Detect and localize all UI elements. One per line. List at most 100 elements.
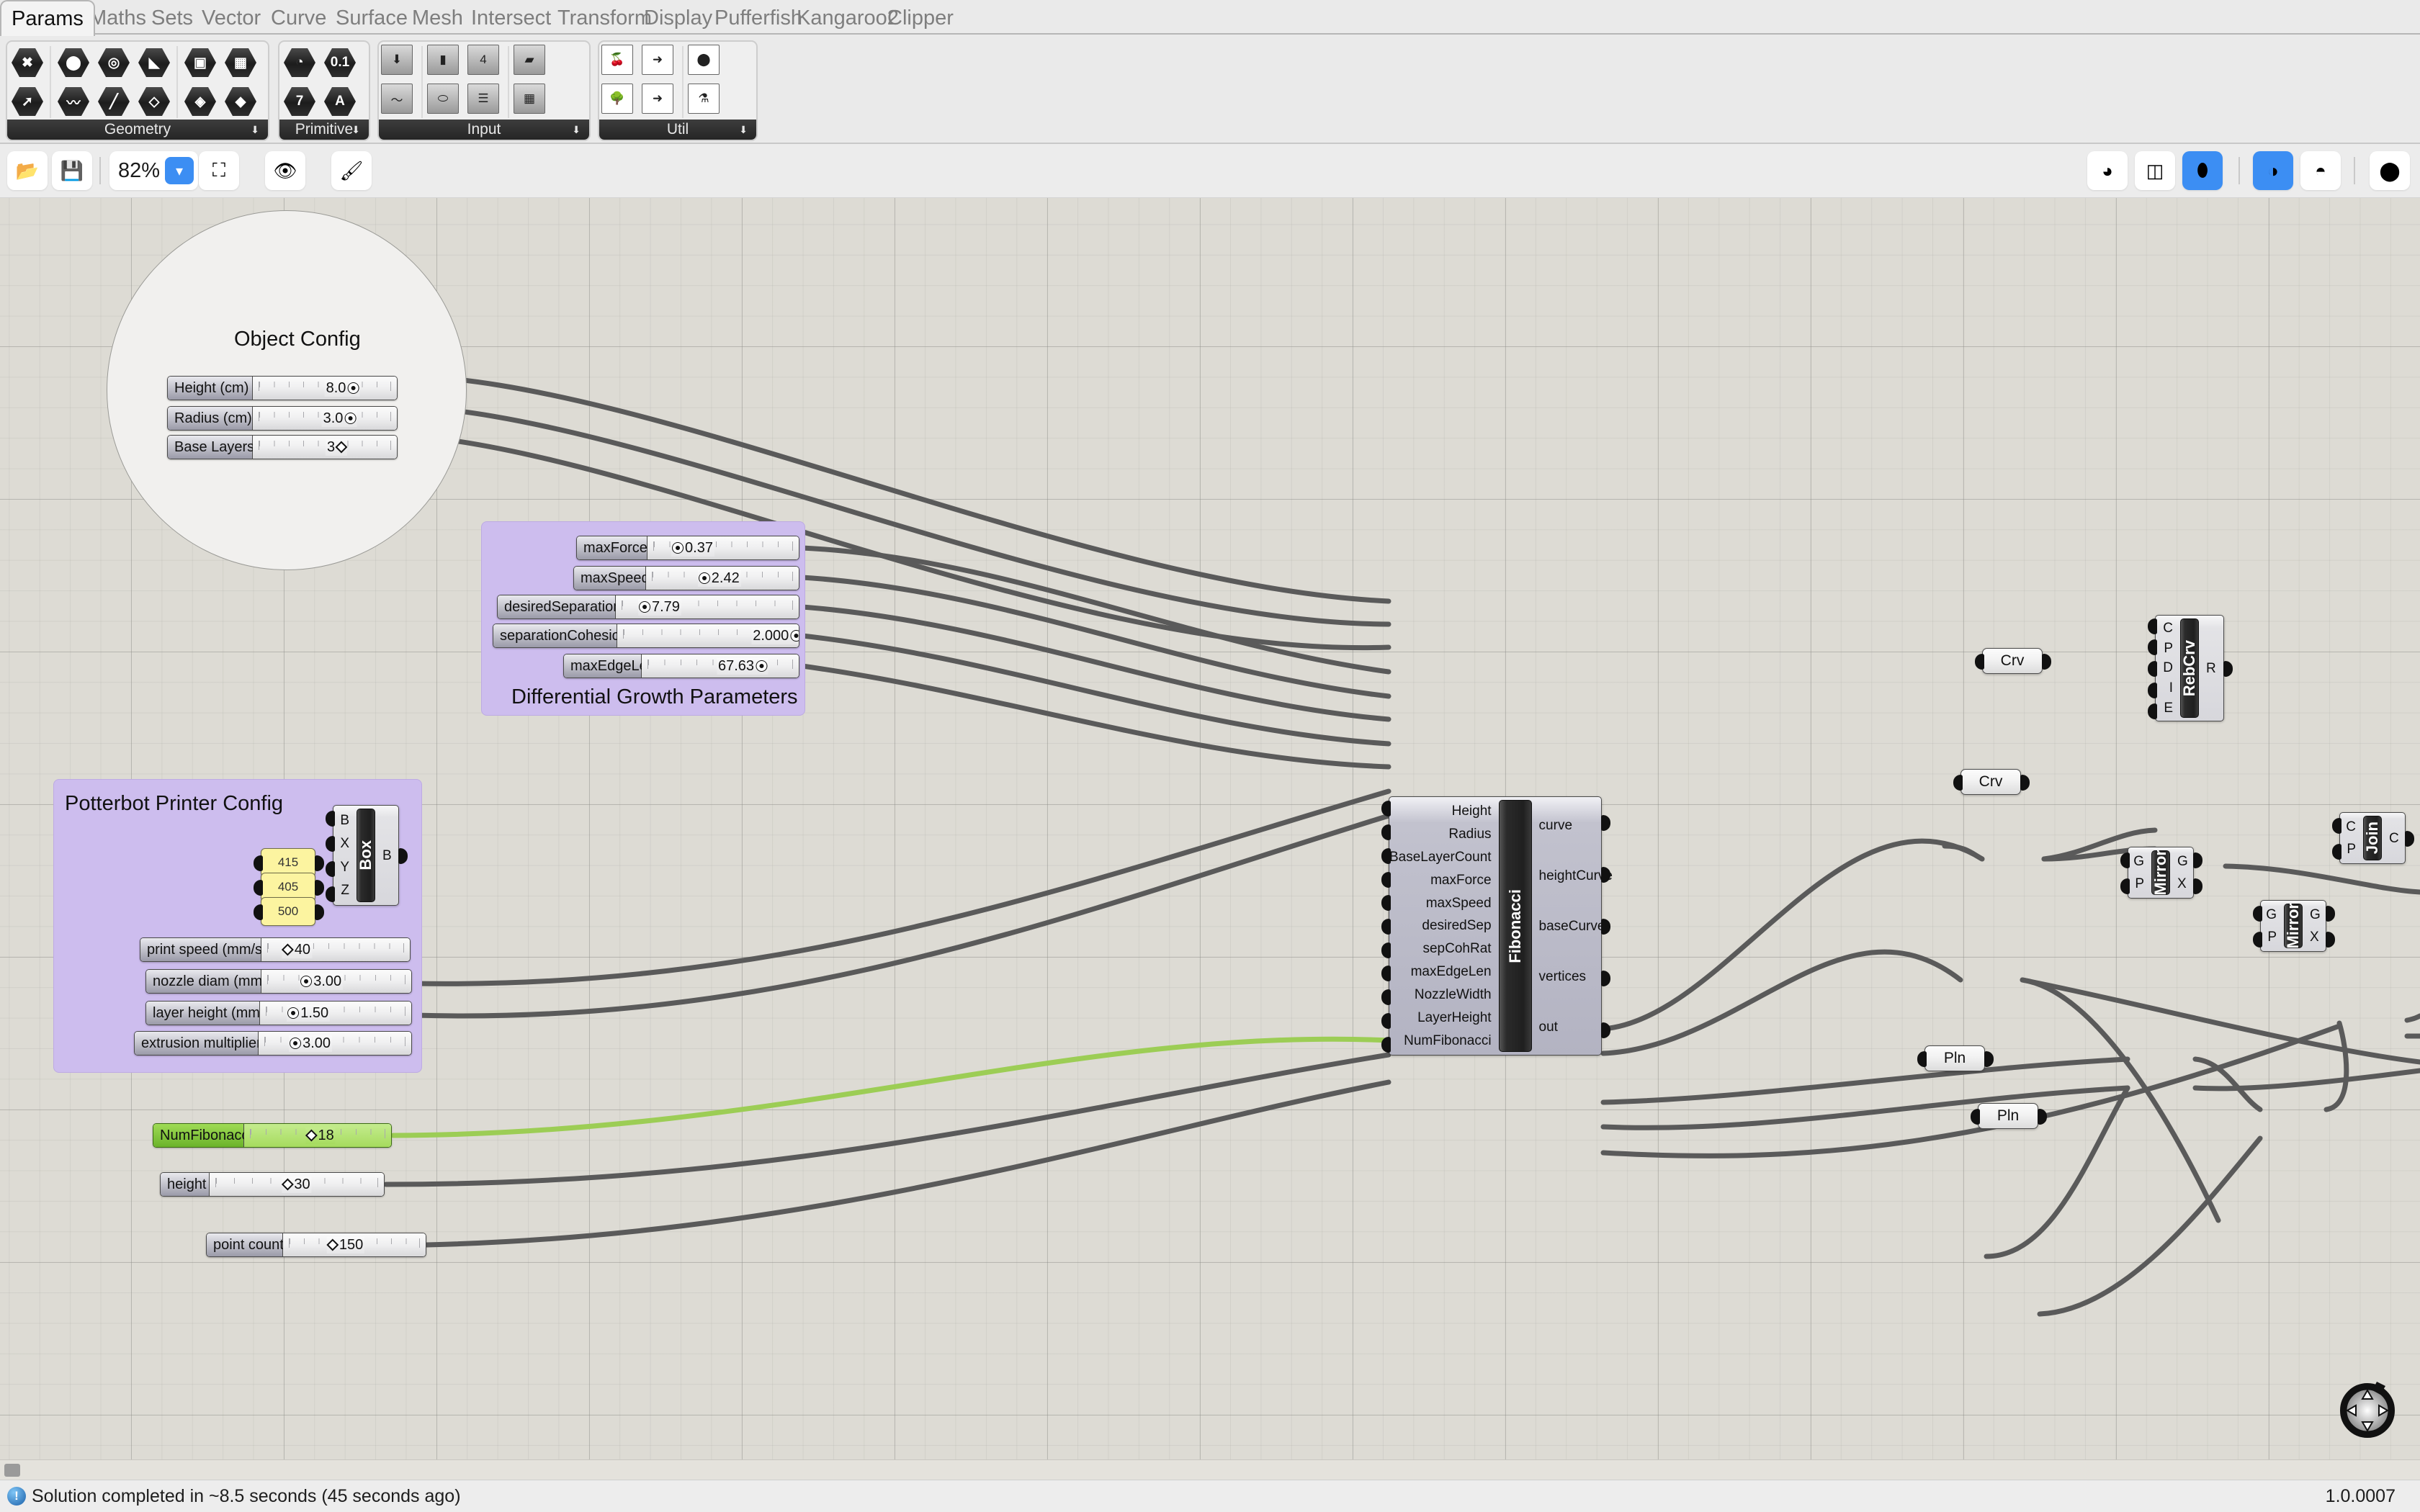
prim-text-button[interactable]: A bbox=[322, 84, 358, 120]
extrusion-multiplier-slider-track[interactable]: 3.00 bbox=[259, 1032, 411, 1055]
ribbon-group-label-util[interactable]: Util ⬇ bbox=[599, 120, 756, 140]
geo-mesh-face-button[interactable]: ◈ bbox=[182, 84, 218, 120]
box-component-input-port-2[interactable] bbox=[326, 860, 335, 877]
numfibonacci-slider-output-port[interactable] bbox=[391, 1128, 392, 1144]
base-layers-slider[interactable]: Base Layers 3 bbox=[167, 435, 398, 459]
curve-param-2-input-port-0[interactable] bbox=[1953, 775, 1963, 791]
paint-preview-button[interactable]: 🖌 bbox=[331, 151, 372, 190]
mirror-component-1-title-capsule[interactable]: Mirror bbox=[2151, 850, 2170, 896]
join-curves-component[interactable]: C P Join C bbox=[2332, 812, 2414, 864]
nozzle-diam-slider-output-port[interactable] bbox=[411, 974, 412, 990]
height-slider-handle[interactable] bbox=[281, 1178, 294, 1191]
base-layers-slider-track[interactable]: 3 bbox=[253, 436, 397, 459]
ribbon-group-expand-icon[interactable]: ⬇ bbox=[251, 124, 259, 136]
layer-height-slider-handle[interactable] bbox=[288, 1008, 299, 1018]
plane-param-1-input-port-0[interactable] bbox=[1917, 1051, 1927, 1067]
util-arrow-right-button[interactable]: ➜ bbox=[642, 45, 678, 81]
mirror-component-1[interactable]: G P Mirror G X bbox=[2120, 847, 2202, 899]
desiredseparation-slider[interactable]: desiredSeparation 7.79 bbox=[497, 595, 799, 619]
maxspeed-slider[interactable]: maxSpeed 2.42 bbox=[573, 566, 799, 590]
fibonacci-component-input-port-10[interactable] bbox=[1381, 1036, 1391, 1053]
join-curves-component-input-port-1[interactable] bbox=[2332, 844, 2341, 860]
panel-y-dimension-input-port[interactable] bbox=[254, 880, 263, 896]
preview-selected-button[interactable]: ◑ bbox=[2253, 151, 2293, 190]
numfibonacci-slider-track[interactable]: 18 bbox=[244, 1124, 391, 1147]
util-cherry-button[interactable]: 🍒 bbox=[601, 45, 637, 81]
print-speed-slider[interactable]: print speed (mm/s) 40 bbox=[140, 937, 411, 962]
input-gradient-button[interactable]: ▰ bbox=[514, 45, 550, 81]
maxedgelen-slider-handle[interactable] bbox=[756, 661, 767, 671]
preview-mesh-button[interactable]: ⬮ bbox=[2182, 151, 2223, 190]
numfibonacci-slider-handle[interactable] bbox=[305, 1129, 318, 1142]
geo-brep-button[interactable]: ◣ bbox=[136, 45, 172, 81]
radius-cm-slider[interactable]: Radius (cm) 3.0 bbox=[167, 406, 398, 431]
preview-toggle-button[interactable]: 👁 bbox=[265, 151, 305, 190]
separationcohesionratio-slider[interactable]: separationCohesionRatio 2.000 bbox=[493, 624, 799, 648]
base-layers-slider-handle[interactable] bbox=[335, 441, 348, 454]
mirror-component-1-input-port-0[interactable] bbox=[2120, 852, 2130, 868]
join-curves-component-input-port-0[interactable] bbox=[2332, 818, 2341, 834]
geo-mesh-button[interactable]: ▦ bbox=[223, 45, 259, 81]
geo-line-button[interactable]: ╱ bbox=[96, 84, 132, 120]
separationcohesionratio-slider-track[interactable]: 2.000 bbox=[617, 624, 799, 647]
fibonacci-component-input-port-9[interactable] bbox=[1381, 1012, 1391, 1029]
mirror-component-1-input-port-1[interactable] bbox=[2120, 878, 2130, 894]
layer-height-slider-track[interactable]: 1.50 bbox=[260, 1002, 411, 1025]
maxforce-slider[interactable]: maxForce 0.37 bbox=[576, 536, 799, 560]
print-speed-slider-output-port[interactable] bbox=[410, 942, 411, 958]
panel-z-dimension[interactable]: 500 bbox=[254, 897, 324, 926]
fibonacci-component-input-port-1[interactable] bbox=[1381, 824, 1391, 841]
maxforce-slider-track[interactable]: 0.37 bbox=[647, 536, 799, 559]
point-count-slider-handle[interactable] bbox=[326, 1238, 339, 1251]
box-component-input-port-0[interactable] bbox=[326, 810, 335, 827]
mirror-component-2-input-port-0[interactable] bbox=[2253, 906, 2262, 922]
desiredseparation-slider-handle[interactable] bbox=[639, 602, 650, 612]
maxspeed-slider-track[interactable]: 2.42 bbox=[646, 567, 799, 590]
util-tree-button[interactable]: 🌳 bbox=[601, 84, 637, 120]
nozzle-diam-slider-track[interactable]: 3.00 bbox=[261, 970, 411, 993]
util-arrow-right-faded-button[interactable]: ➜ bbox=[642, 84, 678, 120]
rebuild-curve-component-title-capsule[interactable]: RebCrv bbox=[2180, 618, 2199, 718]
menu-tab-vector[interactable]: Vector bbox=[192, 1, 271, 35]
rebuild-curve-component-input-port-2[interactable] bbox=[2148, 661, 2157, 677]
curve-param-1-input-port-0[interactable] bbox=[1975, 654, 1984, 670]
fibonacci-component-input-port-8[interactable] bbox=[1381, 989, 1391, 1006]
print-speed-slider-track[interactable]: 40 bbox=[261, 938, 410, 961]
box-component-input-port-1[interactable] bbox=[326, 835, 335, 852]
input-valuelist-button[interactable]: ☰ bbox=[467, 84, 503, 120]
preview-render-button[interactable]: ⬤ bbox=[2370, 151, 2410, 190]
curve-param-1[interactable]: Crv bbox=[1975, 648, 2051, 674]
preview-wireframe-button[interactable]: ◫ bbox=[2135, 151, 2175, 190]
extrusion-multiplier-slider[interactable]: extrusion multiplier 3.00 bbox=[134, 1031, 412, 1056]
curve-param-2[interactable]: Crv bbox=[1953, 769, 2030, 795]
numfibonacci-slider[interactable]: NumFibonacci 18 bbox=[153, 1123, 392, 1148]
util-jar-button[interactable]: ⬤ bbox=[688, 45, 724, 81]
fibonacci-component-input-port-3[interactable] bbox=[1381, 871, 1391, 888]
preview-shaded-button[interactable]: ◕ bbox=[2087, 151, 2128, 190]
maxedgelen-slider[interactable]: maxEdgeLen 67.63 bbox=[563, 654, 799, 678]
ribbon-group-expand-icon[interactable]: ⬇ bbox=[739, 124, 748, 136]
height-slider[interactable]: height 30 bbox=[160, 1172, 385, 1197]
geo-curve-button[interactable]: 〰 bbox=[55, 84, 91, 120]
geo-surface-button[interactable]: ◎ bbox=[96, 45, 132, 81]
menu-tab-intersect[interactable]: Intersect bbox=[461, 1, 561, 35]
radius-cm-slider-output-port[interactable] bbox=[397, 411, 398, 427]
preview-transparent-button[interactable]: ◓ bbox=[2300, 151, 2341, 190]
rebuild-curve-component-input-port-4[interactable] bbox=[2148, 703, 2157, 720]
geo-vector-button[interactable]: ➚ bbox=[9, 84, 45, 120]
join-curves-component-title-capsule[interactable]: Join bbox=[2363, 816, 2382, 860]
rebuild-curve-component-input-port-3[interactable] bbox=[2148, 682, 2157, 698]
box-component-input-port-3[interactable] bbox=[326, 886, 335, 902]
plane-param-2[interactable]: Pln bbox=[1971, 1103, 2047, 1129]
print-speed-slider-handle[interactable] bbox=[282, 943, 295, 956]
radius-cm-slider-handle[interactable] bbox=[345, 413, 356, 423]
ribbon-group-label-primitive[interactable]: Primitive ⬇ bbox=[279, 120, 369, 140]
nozzle-diam-slider[interactable]: nozzle diam (mm) 3.00 bbox=[145, 969, 412, 994]
mirror-component-2-title-capsule[interactable]: Mirror bbox=[2284, 903, 2303, 949]
zoom-extents-button[interactable]: ⛶ bbox=[199, 151, 239, 190]
plane-param-1[interactable]: Pln bbox=[1917, 1045, 1994, 1071]
geo-subd-button[interactable]: ◆ bbox=[223, 84, 259, 120]
ribbon-group-label-geometry[interactable]: Geometry ⬇ bbox=[7, 120, 268, 140]
height-cm-slider[interactable]: Height (cm) 8.0 bbox=[167, 376, 398, 400]
base-layers-slider-output-port[interactable] bbox=[397, 440, 398, 456]
